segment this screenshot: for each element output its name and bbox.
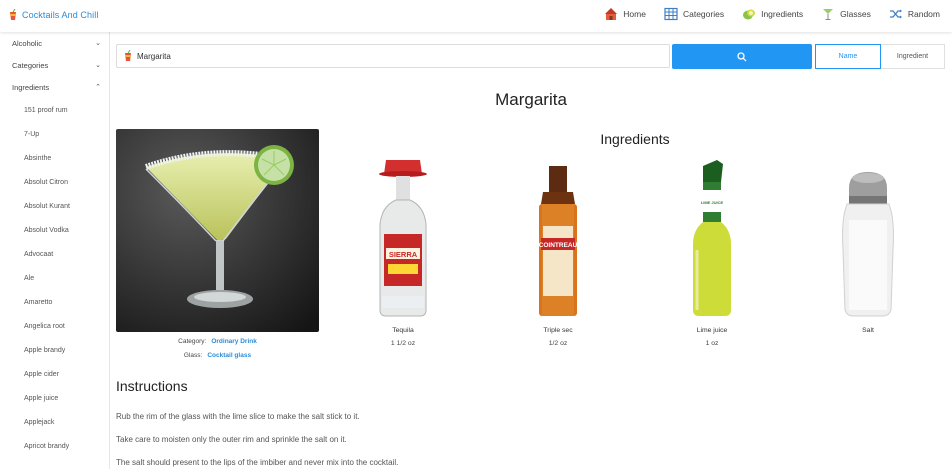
nav-home[interactable]: Home [604,7,646,21]
cocktail-icon [125,50,131,61]
sidebar-section-categories[interactable]: Categories ⌄ [0,54,109,76]
sidebar-ingredient-item[interactable]: Apricot brandy [0,434,109,458]
category-label: Category: [178,338,207,345]
glass-label: Glass: [183,352,203,359]
sidebar-section-label: Categories [12,60,49,70]
sidebar-ingredient-item[interactable]: Absolut Kurant [0,194,109,218]
brand-link[interactable]: Cocktails And Chill [8,9,98,21]
ingredient-name: Tequila [392,327,414,334]
sidebar-ingredient-item[interactable]: Angelica root [0,314,109,338]
triple-sec-brand-text: COINTREAU [539,242,578,249]
tequila-brand-text: SIERRA [389,250,418,259]
mode-ingredient-button[interactable]: Ingredient [881,44,945,69]
top-navbar: Cocktails And Chill Home Categories Ingr… [0,0,952,32]
instructions-heading: Instructions [116,378,188,394]
martini-glass-icon [823,9,834,20]
nav-home-label: Home [623,9,646,19]
ingredient-card[interactable]: LIME JUICE Lime juice 1 oz [652,160,772,351]
sidebar-ingredient-item[interactable]: Apple juice [0,386,109,410]
sidebar-section-label: Alcoholic [12,38,43,48]
glass-link[interactable]: Cocktail glass [207,352,251,359]
drink-photo [116,129,319,332]
ingredient-measure: 1 1/2 oz [390,340,416,347]
instruction-step: Rub the rim of the glass with the lime s… [116,412,360,421]
salt-shaker-image [842,172,894,317]
instruction-step: Take care to moisten only the outer rim … [116,435,347,444]
drink-category-row: Category: Ordinary Drink [116,338,319,345]
search-box [116,44,670,68]
ingredient-card[interactable]: COINTREAU Triple sec 1/2 oz [498,160,618,351]
lime-icon [743,9,756,20]
ingredient-measure [808,337,928,351]
house-icon [605,8,618,20]
lime-juice-brand-text: LIME JUICE [701,200,724,205]
sidebar-ingredient-item[interactable]: Apple cider [0,362,109,386]
ingredient-measure: 1 oz [705,340,719,347]
lime-juice-bottle-image: LIME JUICE [693,160,731,316]
triple-sec-bottle-image: COINTREAU [539,166,578,316]
sidebar-ingredient-item[interactable]: Amaretto [0,290,109,314]
sidebar-ingredient-item[interactable]: Apple brandy [0,338,109,362]
chevron-down-icon: ⌄ [95,62,101,69]
ingredient-name: Triple sec [543,327,573,334]
grid-icon [664,7,678,21]
main-nav: Home Categories Ingredients Glasses Rand… [586,7,940,21]
nav-categories[interactable]: Categories [664,7,724,21]
mode-name-button[interactable]: Name [815,44,881,69]
search-button[interactable] [672,44,812,69]
drink-glass-row: Glass: Cocktail glass [116,352,319,359]
tequila-bottle-image: SIERRA [379,160,427,317]
ingredient-card[interactable]: SIERRA Tequila 1 1/2 oz [343,160,463,351]
ingredient-name: Salt [862,327,874,334]
sidebar-ingredient-item[interactable]: Absolut Citron [0,170,109,194]
nav-categories-label: Categories [682,9,725,19]
chevron-up-icon: ⌃ [95,84,101,91]
drink-title: Margarita [495,90,567,109]
ingredient-card[interactable]: Salt [808,160,928,351]
sidebar-ingredient-item[interactable]: 7-Up [0,122,109,146]
sidebar: Alcoholic ⌄ Categories ⌄ Ingredients ⌃ 1… [0,32,110,469]
nav-glasses[interactable]: Glasses [821,7,871,21]
sidebar-section-label: Ingredients [12,82,50,92]
ingredient-measure: 1/2 oz [548,340,568,347]
instruction-step: The salt should present to the lips of t… [116,458,399,467]
sidebar-section-ingredients[interactable]: Ingredients ⌃ [0,76,109,98]
shuffle-icon [889,9,902,19]
sidebar-ingredient-item[interactable]: Applejack [0,410,109,434]
ingredients-heading: Ingredients [600,131,670,147]
nav-ingredients-label: Ingredients [761,9,804,19]
sidebar-ingredient-item[interactable]: Absolut Vodka [0,218,109,242]
search-icon [737,51,747,61]
chevron-down-icon: ⌄ [95,40,101,47]
category-link[interactable]: Ordinary Drink [211,338,257,345]
sidebar-ingredient-item[interactable]: 151 proof rum [0,98,109,122]
sidebar-section-alcoholic[interactable]: Alcoholic ⌄ [0,32,109,54]
nav-random[interactable]: Random [889,7,940,21]
nav-glasses-label: Glasses [840,9,871,19]
nav-ingredients[interactable]: Ingredients [742,7,803,21]
margarita-glass-image [116,129,319,332]
ingredient-name: Lime juice [696,327,728,334]
nav-random-label: Random [907,9,940,19]
sidebar-ingredient-item[interactable]: Advocaat [0,242,109,266]
sidebar-ingredient-item[interactable]: Absinthe [0,146,109,170]
cocktail-logo-icon [10,9,16,20]
app-title: Cocktails And Chill [22,10,99,20]
sidebar-ingredient-item[interactable]: Ale [0,266,109,290]
search-input[interactable] [137,51,657,61]
